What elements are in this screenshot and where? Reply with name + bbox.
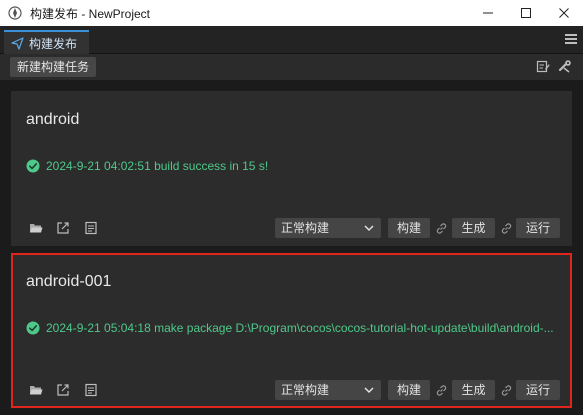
task-name: android-001 xyxy=(26,273,112,290)
run-button[interactable]: 运行 xyxy=(516,218,560,238)
link-icon xyxy=(501,385,512,396)
build-mode-value: 正常构建 xyxy=(281,383,330,397)
panel-menu-icon[interactable] xyxy=(565,34,577,46)
build-mode-select[interactable]: 正常构建 xyxy=(275,218,381,238)
settings-tools-icon[interactable] xyxy=(558,59,572,73)
build-task-list: android 2024-9-21 04:02:51 build success… xyxy=(0,80,583,415)
task-status: 2024-9-21 04:02:51 build success in 15 s… xyxy=(26,159,564,173)
run-button[interactable]: 运行 xyxy=(516,380,560,400)
open-external-icon[interactable] xyxy=(56,221,70,235)
minimize-icon xyxy=(483,12,493,14)
new-build-task-button[interactable]: 新建构建任务 xyxy=(10,57,96,77)
build-button[interactable]: 构建 xyxy=(388,218,430,238)
close-icon xyxy=(559,8,569,18)
maximize-icon xyxy=(521,8,531,18)
cocos-app-icon xyxy=(8,6,22,20)
success-check-icon xyxy=(26,321,40,335)
make-button[interactable]: 生成 xyxy=(452,218,495,238)
toolbar: 新建构建任务 xyxy=(0,54,583,80)
tab-label: 构建发布 xyxy=(29,36,78,51)
open-folder-icon[interactable] xyxy=(29,383,43,397)
open-external-icon[interactable] xyxy=(56,383,70,397)
build-mode-select[interactable]: 正常构建 xyxy=(275,380,381,400)
status-message: 2024-9-21 05:04:18 make package D:\Progr… xyxy=(46,321,554,335)
maximize-button[interactable] xyxy=(507,0,545,26)
window-title: 构建发布 - NewProject xyxy=(30,6,151,21)
open-folder-icon[interactable] xyxy=(29,221,43,235)
build-button[interactable]: 构建 xyxy=(388,380,430,400)
link-icon xyxy=(436,385,447,396)
task-name: android xyxy=(26,111,80,128)
chevron-down-icon xyxy=(364,387,374,394)
link-icon xyxy=(436,223,447,234)
status-message: 2024-9-21 04:02:51 build success in 15 s… xyxy=(46,159,269,173)
minimize-button[interactable] xyxy=(469,0,507,26)
edit-config-icon[interactable] xyxy=(536,59,550,73)
window-titlebar: 构建发布 - NewProject xyxy=(0,0,583,26)
close-window-button[interactable] xyxy=(545,0,583,26)
link-icon xyxy=(501,223,512,234)
task-status: 2024-9-21 05:04:18 make package D:\Progr… xyxy=(26,321,564,335)
build-task-card[interactable]: android 2024-9-21 04:02:51 build success… xyxy=(11,91,572,246)
tab-build-publish[interactable]: 构建发布 xyxy=(4,30,89,54)
build-task-card-selected[interactable]: android-001 2024-9-21 05:04:18 make pack… xyxy=(11,253,572,408)
build-mode-value: 正常构建 xyxy=(281,221,330,235)
panel-tabbar: 构建发布 xyxy=(0,26,583,54)
chevron-down-icon xyxy=(364,225,374,232)
make-button[interactable]: 生成 xyxy=(452,380,495,400)
log-file-icon[interactable] xyxy=(84,221,98,235)
send-icon xyxy=(11,36,24,50)
log-file-icon[interactable] xyxy=(84,383,98,397)
success-check-icon xyxy=(26,159,40,173)
